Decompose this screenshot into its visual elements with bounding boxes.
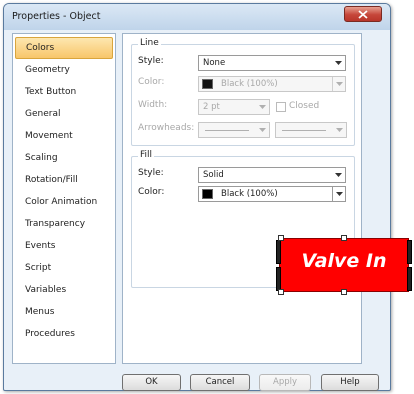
fill-style-dropdown[interactable]: Solid (198, 167, 346, 183)
chevron-down-icon (256, 123, 269, 137)
ok-button[interactable]: OK (122, 374, 181, 391)
arrowhead-end-line (282, 130, 326, 131)
selection-side-handle-right-top[interactable] (407, 240, 412, 264)
line-color-value: Black (100%) (221, 79, 278, 89)
arrowhead-start-line (205, 130, 249, 131)
selection-handle-top-left[interactable] (278, 235, 284, 241)
sidebar-item-colors[interactable]: Colors (15, 37, 113, 59)
line-style-label: Style: (138, 56, 164, 66)
close-button[interactable] (344, 6, 382, 22)
sidebar-item-color-animation[interactable]: Color Animation (15, 191, 113, 213)
line-width-value: 2 pt (203, 102, 220, 112)
line-width-label: Width: (138, 100, 168, 110)
sidebar-item-variables[interactable]: Variables (15, 279, 113, 301)
sidebar-item-procedures[interactable]: Procedures (15, 323, 113, 345)
chevron-down-icon (332, 187, 345, 201)
line-color-dropdown[interactable]: Black (100%) (198, 76, 346, 92)
chevron-down-icon (332, 168, 345, 182)
sidebar-item-geometry[interactable]: Geometry (15, 59, 113, 81)
sidebar-item-scaling[interactable]: Scaling (15, 147, 113, 169)
fill-color-swatch (202, 189, 213, 199)
title-bar[interactable]: Properties - Object (4, 4, 390, 30)
line-color-swatch (202, 79, 213, 89)
arrowhead-end-dropdown[interactable] (275, 122, 347, 138)
arrowhead-start-dropdown[interactable] (198, 122, 270, 138)
sidebar-item-menus[interactable]: Menus (15, 301, 113, 323)
window-title: Properties - Object (12, 11, 101, 22)
selection-side-handle-left-top[interactable] (276, 240, 281, 264)
sidebar-item-general[interactable]: General (15, 103, 113, 125)
sidebar-item-movement[interactable]: Movement (15, 125, 113, 147)
line-group: Line Style: None Color: Black (100%) Wid… (131, 38, 355, 146)
closed-checkbox[interactable] (276, 102, 286, 112)
fill-color-dropdown[interactable]: Black (100%) (198, 186, 346, 202)
line-style-value: None (203, 58, 226, 68)
arrowheads-label: Arrowheads: (138, 123, 195, 133)
fill-color-label: Color: (138, 187, 165, 197)
fill-style-value: Solid (203, 170, 224, 180)
selection-side-handle-right-bottom[interactable] (407, 267, 412, 291)
chevron-down-icon (333, 123, 346, 137)
close-icon (358, 9, 368, 19)
selection-handle-bottom[interactable] (341, 289, 347, 295)
chevron-down-icon (332, 77, 345, 91)
line-style-dropdown[interactable]: None (198, 55, 346, 71)
line-group-title: Line (138, 38, 161, 48)
chevron-down-icon (332, 56, 345, 70)
closed-label: Closed (289, 101, 320, 111)
fill-style-label: Style: (138, 168, 164, 178)
valve-in-object[interactable]: Valve In (276, 235, 412, 295)
category-list: Colors Geometry Text Button General Move… (12, 33, 116, 364)
valve-in-label: Valve In (301, 250, 387, 272)
sidebar-item-text-button[interactable]: Text Button (15, 81, 113, 103)
fill-group-title: Fill (138, 150, 155, 160)
selection-handle-bottom-left[interactable] (278, 289, 284, 295)
chevron-down-icon (256, 100, 269, 114)
sidebar-item-script[interactable]: Script (15, 257, 113, 279)
sidebar-item-events[interactable]: Events (15, 235, 113, 257)
properties-panel: Line Style: None Color: Black (100%) Wid… (122, 33, 362, 364)
cancel-button[interactable]: Cancel (190, 374, 250, 391)
properties-dialog: Properties - Object Colors Geometry Text… (3, 3, 391, 391)
line-color-label: Color: (138, 77, 165, 87)
help-button[interactable]: Help (321, 374, 379, 391)
selection-handle-top[interactable] (341, 235, 347, 241)
apply-button[interactable]: Apply (259, 374, 311, 391)
sidebar-item-rotation-fill[interactable]: Rotation/Fill (15, 169, 113, 191)
selection-side-handle-left-bottom[interactable] (276, 267, 281, 291)
sidebar-item-transparency[interactable]: Transparency (15, 213, 113, 235)
fill-color-value: Black (100%) (221, 189, 278, 199)
line-width-dropdown[interactable]: 2 pt (198, 99, 270, 115)
